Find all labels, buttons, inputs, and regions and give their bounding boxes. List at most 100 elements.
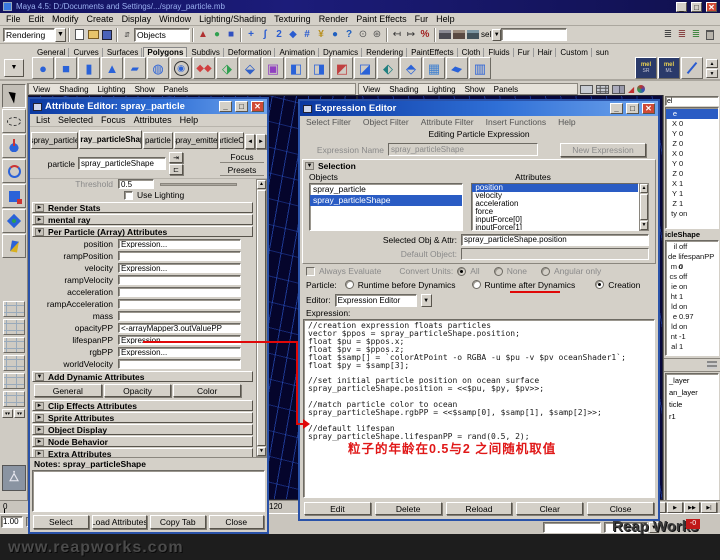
layout-shortcut-four-view[interactable] — [3, 319, 25, 335]
panel-menu-lighting[interactable]: Lighting — [428, 85, 456, 94]
layout-four-pane-icon[interactable] — [596, 85, 609, 94]
close-button[interactable]: Close — [587, 502, 654, 515]
shelf-item-poke[interactable]: ◪ — [354, 57, 376, 79]
expand-icon[interactable]: ► — [35, 414, 44, 422]
render-globals-icon[interactable] — [466, 27, 480, 42]
collapse-icon[interactable]: ▼ — [35, 373, 44, 381]
select-node-icon[interactable]: ⊏ — [169, 164, 183, 175]
attr-field-acceleration[interactable] — [118, 287, 241, 297]
shelf-tab[interactable]: Animation — [276, 48, 319, 57]
show-channel-box-icon[interactable]: ≣ — [661, 27, 675, 42]
tab-particleCloud[interactable]: particleClo — [219, 132, 245, 149]
load-attributes-button[interactable]: Load Attributes — [92, 515, 148, 529]
attr-field-rampAcceleration[interactable] — [118, 299, 241, 309]
section-mental-ray[interactable]: ►mental ray — [32, 214, 253, 225]
expression-name-field[interactable]: spray_particleShape — [388, 143, 538, 156]
expand-icon[interactable]: ► — [35, 204, 44, 212]
render-current-frame-icon[interactable] — [438, 27, 452, 42]
close-icon[interactable]: ✕ — [251, 101, 264, 112]
use-lighting-checkbox[interactable] — [124, 191, 133, 200]
scroll-up-icon[interactable]: ▲ — [257, 180, 266, 189]
close-icon[interactable]: ✕ — [642, 103, 655, 114]
editor-dropdown-arrow-icon[interactable]: ▼ — [421, 294, 432, 307]
objects-list[interactable]: spray_particle spray_particleShape — [309, 183, 463, 231]
output-connections-icon[interactable]: ↦ — [404, 27, 418, 42]
shelf-tab[interactable]: Surfaces — [104, 48, 143, 57]
maximize-icon[interactable]: □ — [626, 103, 639, 114]
tab-spray-emitter[interactable]: spray_emitter — [174, 132, 217, 149]
default-object-field[interactable] — [461, 248, 649, 260]
tab-scroll-right-icon[interactable]: ► — [256, 134, 266, 149]
shelf-item-plane[interactable]: ■ — [124, 57, 146, 79]
quick-select-input[interactable] — [501, 28, 567, 41]
show-layer-editor-icon[interactable]: ≣ — [675, 27, 689, 42]
channel-row[interactable]: X0 — [666, 119, 718, 129]
maximize-icon[interactable]: □ — [691, 2, 702, 12]
show-manipulator-tool[interactable] — [2, 234, 26, 258]
menu-display[interactable]: Display — [122, 14, 152, 24]
layout-next-icon[interactable]: ▾▾ — [14, 409, 25, 418]
panel-menu-shading[interactable]: Shading — [389, 85, 418, 94]
focus-button[interactable]: Focus — [220, 151, 264, 163]
layout-shortcut-persp-relationship[interactable] — [3, 391, 25, 407]
runtime-after-dynamics-radio[interactable] — [472, 280, 481, 289]
select-tool[interactable] — [2, 84, 26, 108]
scroll-down-icon[interactable]: ▼ — [257, 447, 266, 456]
menu-object-filter[interactable]: Object Filter — [363, 117, 409, 127]
tab-particle[interactable]: particle — [143, 132, 174, 149]
shelf-item-nurbs[interactable]: ▰ — [446, 57, 468, 79]
shelf-tab-active[interactable]: Polygons — [143, 47, 187, 57]
menu-attributes[interactable]: Attributes — [134, 115, 172, 125]
shelf-item-smooth[interactable]: ◆◆ — [193, 57, 215, 79]
section-extra-attributes[interactable]: ►Extra Attributes — [32, 448, 253, 457]
channel-row[interactable]: iloff — [666, 242, 718, 252]
expression-editor-titlebar[interactable]: Expression Editor _ □ ✕ — [300, 101, 658, 116]
channel-row[interactable]: ldon — [666, 322, 718, 332]
convert-all-radio[interactable] — [457, 267, 466, 276]
attr-field-rampPosition[interactable] — [118, 251, 241, 261]
lasso-tool[interactable] — [2, 109, 26, 133]
channel-row[interactable]: Y0 — [666, 159, 718, 169]
palette-icon[interactable] — [637, 85, 645, 93]
menu-edit[interactable]: Edit — [29, 14, 45, 24]
tab-scroll-left-icon[interactable]: ◄ — [245, 134, 255, 149]
shelf-item-split[interactable]: ◧ — [285, 57, 307, 79]
clear-button[interactable]: Clear — [516, 502, 583, 515]
layer-editor-icon[interactable] — [707, 361, 717, 369]
expand-icon[interactable]: ► — [35, 216, 44, 224]
panel-menu-view[interactable]: View — [33, 85, 50, 94]
shelf-tab[interactable]: General — [34, 48, 69, 57]
panel-menu-shading[interactable]: Shading — [59, 85, 88, 94]
new-scene-icon[interactable] — [72, 27, 86, 42]
character-set-field[interactable] — [543, 522, 601, 533]
copy-tab-button[interactable]: Copy Tab — [150, 515, 206, 529]
channel-row[interactable]: delifespanPP o — [666, 252, 718, 262]
play-forwards-icon[interactable]: ▶ — [667, 502, 683, 513]
section-sprite-attributes[interactable]: ►Sprite Attributes — [32, 412, 253, 423]
step-forward-frame-icon[interactable]: ▶▶ — [684, 502, 700, 513]
attr-field-rampVelocity[interactable] — [118, 275, 241, 285]
channel-row[interactable]: nt-1 — [666, 332, 718, 342]
shelf-tab[interactable]: Cloth — [459, 48, 485, 57]
layer-item[interactable]: an_layer — [666, 387, 718, 399]
panel-menu-show[interactable]: Show — [135, 85, 155, 94]
reload-button[interactable]: Reload — [446, 502, 513, 515]
add-color-attr-button[interactable]: Color — [173, 384, 241, 397]
creation-radio[interactable] — [595, 280, 604, 289]
node-name-field[interactable]: spray_particleShape — [78, 157, 166, 170]
close-icon[interactable]: ✕ — [706, 2, 717, 12]
select-hierarchy-icon[interactable]: ▲ — [196, 27, 210, 42]
world-icon[interactable]: ● — [328, 27, 342, 42]
shelf-item-textured-cube[interactable]: ▣ — [262, 57, 284, 79]
layout-shortcut-persp-outliner[interactable] — [3, 337, 25, 353]
layout-single-pane-icon[interactable] — [580, 85, 593, 94]
menu-render[interactable]: Render — [319, 14, 349, 24]
scale-tool[interactable] — [2, 184, 26, 208]
layout-shortcut-hypershade[interactable] — [3, 373, 25, 389]
sel-field-arrow-icon[interactable]: ▼ — [492, 29, 501, 41]
snap-point-icon[interactable]: 2 — [272, 27, 286, 42]
channel-list[interactable]: e X0 Y0 Z0 X0 Y0 Z0 X1 Y1 Z1 tyon — [665, 107, 719, 229]
move-tool[interactable] — [2, 134, 26, 158]
menu-window[interactable]: Window — [159, 14, 191, 24]
channel-row[interactable]: X0 — [666, 149, 718, 159]
